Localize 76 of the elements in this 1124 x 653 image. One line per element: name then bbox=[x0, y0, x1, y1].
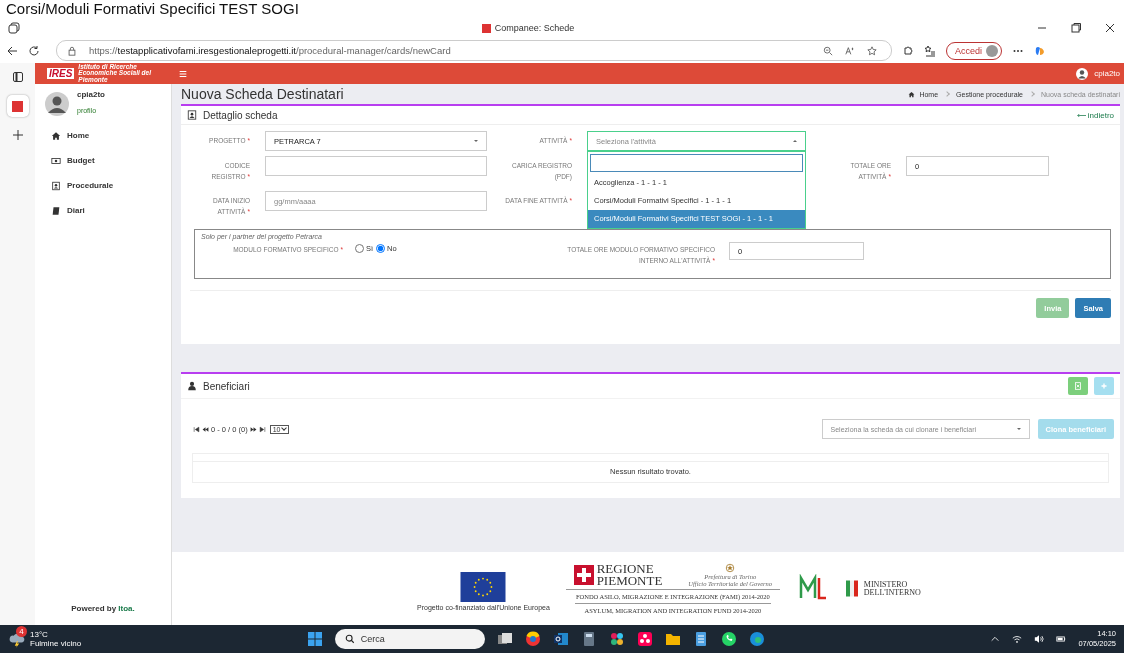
add-icon[interactable] bbox=[11, 129, 24, 141]
powered-by-text: Powered by Itoa. bbox=[70, 604, 136, 613]
read-aloud-icon[interactable] bbox=[845, 45, 855, 56]
temperature-text: 13°C bbox=[30, 630, 49, 639]
restore-icon[interactable] bbox=[1070, 22, 1082, 34]
url-text: https://testapplicativofami.iresgestionaleprogetti.it/procedural-manager/cards/newCard bbox=[89, 45, 451, 56]
itoa-link[interactable]: Itoa. bbox=[118, 604, 135, 613]
home-icon bbox=[51, 130, 61, 141]
user-name: cpia2to bbox=[77, 90, 105, 99]
weather-text: Fulmine vicino bbox=[30, 639, 82, 648]
menu-icon[interactable] bbox=[178, 68, 188, 79]
region-flag-icon bbox=[573, 564, 594, 585]
spreadsheet-icon bbox=[1073, 381, 1083, 391]
previous-page-icon[interactable] bbox=[202, 425, 209, 433]
phone-chat-icon[interactable] bbox=[720, 631, 737, 647]
sidebar-item[interactable]: Budget bbox=[67, 156, 95, 165]
task-view-icon[interactable] bbox=[496, 631, 513, 647]
zoom-out-icon[interactable] bbox=[823, 45, 833, 56]
battery-icon[interactable] bbox=[1056, 634, 1067, 644]
user-avatar-icon bbox=[1076, 67, 1089, 80]
folder-icon[interactable] bbox=[664, 631, 681, 647]
page-title: Nuova Scheda Destinatari bbox=[181, 86, 344, 102]
star-icon[interactable] bbox=[867, 45, 877, 56]
wifi-icon[interactable] bbox=[1012, 634, 1023, 644]
sign-in-button[interactable]: Accedi bbox=[946, 41, 1002, 60]
notification-badge: 4 bbox=[16, 626, 27, 637]
window-title: Companee: Schede bbox=[494, 23, 575, 33]
back-icon[interactable] bbox=[6, 44, 18, 57]
arrow-left-icon bbox=[1076, 112, 1086, 118]
book-icon bbox=[51, 205, 61, 216]
sidebar-item[interactable]: Procedurale bbox=[67, 181, 114, 190]
taskbar-search-field[interactable]: Cerca bbox=[334, 629, 485, 649]
sidebar-toggle-icon[interactable] bbox=[11, 71, 24, 83]
user-name[interactable]: cpia2to bbox=[1094, 69, 1120, 78]
tabs-icon[interactable] bbox=[8, 22, 20, 34]
banknote-icon bbox=[51, 155, 61, 166]
radio-button[interactable] bbox=[355, 244, 364, 253]
search-icon bbox=[344, 634, 355, 644]
ministry-logo-text: MINISTERO DELL'INTERNO bbox=[863, 580, 921, 597]
logo-mark: IRES bbox=[47, 68, 75, 79]
input-field[interactable] bbox=[265, 156, 487, 176]
last-page-icon[interactable] bbox=[258, 425, 266, 433]
dots-icon[interactable] bbox=[636, 631, 653, 647]
card-title: Beneficiari bbox=[203, 380, 250, 392]
radio-button[interactable] bbox=[376, 244, 386, 253]
search-field[interactable] bbox=[590, 154, 803, 172]
mail-icon[interactable] bbox=[552, 631, 569, 647]
home-icon bbox=[908, 90, 916, 98]
start-icon[interactable] bbox=[306, 631, 323, 647]
speaker-icon[interactable] bbox=[1034, 634, 1045, 644]
caption-text: Corsi/Moduli Formativi Specifici TEST SOGI bbox=[5, 0, 300, 18]
contact-card-icon bbox=[51, 180, 61, 191]
sidebar-item[interactable]: Diari bbox=[67, 206, 85, 215]
plus-icon bbox=[1099, 381, 1109, 391]
eu-flag-icon bbox=[459, 572, 508, 602]
address-bar[interactable]: https://testapplicativofami.iresgestionaleprogetti.it/procedural-manager/cards/newCard bbox=[56, 40, 892, 61]
lock-icon bbox=[67, 45, 77, 56]
contact-card-icon bbox=[187, 110, 197, 120]
browser-icon[interactable] bbox=[524, 631, 541, 647]
favorites-icon[interactable] bbox=[924, 44, 936, 57]
first-page-icon[interactable] bbox=[193, 425, 200, 433]
back-link[interactable]: indietro bbox=[1076, 110, 1114, 120]
sidebar-item[interactable]: Home bbox=[67, 131, 90, 140]
close-icon[interactable] bbox=[1104, 22, 1116, 34]
refresh-icon[interactable] bbox=[28, 44, 40, 57]
copilot-icon[interactable] bbox=[1034, 44, 1046, 57]
next-page-icon[interactable] bbox=[249, 425, 257, 433]
app-shortcut-icon[interactable] bbox=[6, 95, 29, 117]
user-icon bbox=[187, 381, 197, 391]
card-title: Dettaglio scheda bbox=[203, 109, 278, 121]
user-avatar-icon bbox=[45, 91, 69, 116]
site-logo-icon bbox=[481, 23, 491, 33]
emblem-icon bbox=[725, 562, 736, 573]
region-logo-text: REGIONE PIEMONTE bbox=[596, 562, 663, 587]
chevron-up-icon[interactable] bbox=[990, 634, 1001, 644]
italy-flag-icon bbox=[845, 580, 858, 597]
